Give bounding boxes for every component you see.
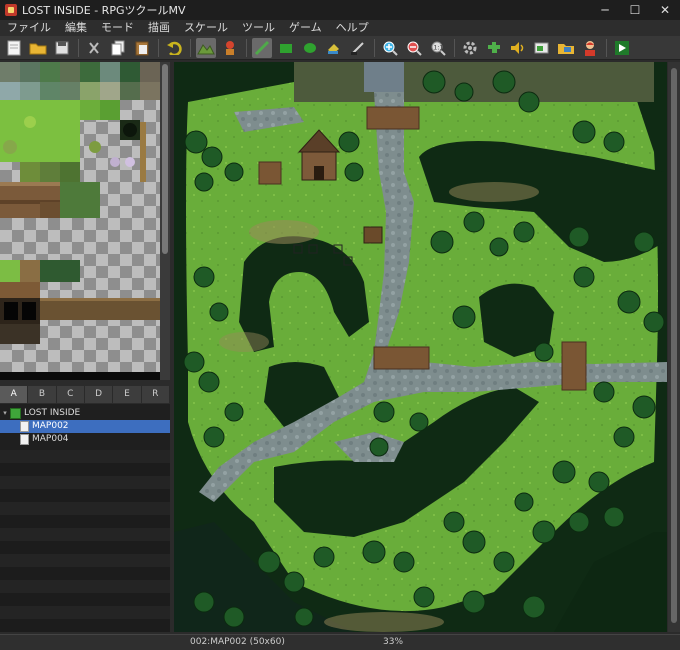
character-generator-icon[interactable] [580,38,600,58]
menu-edit[interactable]: 編集 [58,20,94,36]
minimize-button[interactable]: ─ [590,0,620,20]
sound-test-icon[interactable] [508,38,528,58]
menu-draw[interactable]: 描画 [141,20,177,36]
expand-arrow-icon[interactable]: ▾ [0,407,10,420]
menu-help[interactable]: ヘルプ [329,20,376,36]
copy-icon[interactable] [108,38,128,58]
app-icon [5,4,17,16]
event-searcher-icon[interactable] [532,38,552,58]
window-title: LOST INSIDE - RPGツクールMV [22,4,186,17]
actual-size-icon[interactable]: 1:1 [428,38,448,58]
menu-bar: ファイル 編集 モード 描画 スケール ツール ゲーム ヘルプ [0,20,680,36]
title-bar: LOST INSIDE - RPGツクールMV ─ ☐ ✕ [0,0,680,20]
map-mode-icon[interactable] [196,37,216,58]
close-button[interactable]: ✕ [650,0,680,20]
tab-d[interactable]: D [85,386,114,403]
fill-icon[interactable] [324,38,344,58]
tileset-scroll-thumb[interactable] [162,64,168,254]
toolbar-separator [158,38,159,57]
tab-e[interactable]: E [113,386,142,403]
map-image[interactable] [174,62,667,632]
tab-r[interactable]: R [142,386,170,403]
paste-icon[interactable] [132,38,152,58]
tab-c[interactable]: C [57,386,85,403]
tile-grid[interactable] [0,62,160,380]
toolbar-separator [374,38,375,57]
ellipse-icon[interactable] [300,38,320,58]
menu-mode[interactable]: モード [94,20,141,36]
svg-text:1:1: 1:1 [434,44,444,51]
toolbar: 1:1 [0,36,680,60]
tileset-tabs: A B C D E R [0,386,170,403]
tileset-palette[interactable] [0,62,170,380]
menu-scale[interactable]: スケール [177,20,235,36]
open-project-icon[interactable] [28,38,48,58]
tab-a[interactable]: A [0,386,29,403]
plugin-manager-icon[interactable] [484,38,504,58]
database-icon[interactable] [460,38,480,58]
map-tree-empty-area [0,450,170,632]
toolbar-separator [190,38,191,57]
save-project-icon[interactable] [52,38,72,58]
map-icon [20,421,29,432]
status-map: 002:MAP002 (50x60) [190,637,285,647]
map-tree: ▾ LOST INSIDE MAP002 MAP004 [0,404,170,632]
zoom-out-icon[interactable] [404,38,424,58]
map-tree-item[interactable]: MAP004 [0,433,170,446]
maximize-button[interactable]: ☐ [620,0,650,20]
event-mode-icon[interactable] [220,38,240,58]
map-tree-root[interactable]: ▾ LOST INSIDE [0,407,170,420]
menu-game[interactable]: ゲーム [282,20,329,36]
tab-b[interactable]: B [28,386,57,403]
new-project-icon[interactable] [4,38,24,58]
map-tree-item[interactable]: MAP002 [0,420,170,433]
status-zoom: 33% [383,637,404,647]
menu-tools[interactable]: ツール [235,20,282,36]
project-name: LOST INSIDE [24,408,81,418]
undo-icon[interactable] [164,38,184,58]
map-scroll-thumb[interactable] [671,68,677,623]
status-bar: 002:MAP002 (50x60) 33% [0,634,680,650]
toolbar-separator [454,38,455,57]
tileset-scrollbar[interactable] [160,62,170,380]
playtest-icon[interactable] [612,38,632,58]
project-icon [10,408,21,419]
toolbar-separator [78,38,79,57]
cut-icon[interactable] [84,38,104,58]
map-name: MAP002 [32,421,69,431]
map-vertical-scrollbar[interactable] [668,62,680,632]
map-icon [20,434,29,445]
resource-manager-icon[interactable] [556,38,576,58]
zoom-in-icon[interactable] [380,38,400,58]
map-name: MAP004 [32,434,69,444]
pencil-icon[interactable] [252,37,272,58]
shadow-pen-icon[interactable] [348,38,368,58]
tileset-image[interactable] [0,62,160,380]
toolbar-separator [606,38,607,57]
menu-file[interactable]: ファイル [0,20,58,36]
rectangle-icon[interactable] [276,38,296,58]
toolbar-separator [246,38,247,57]
map-canvas[interactable] [174,62,667,632]
